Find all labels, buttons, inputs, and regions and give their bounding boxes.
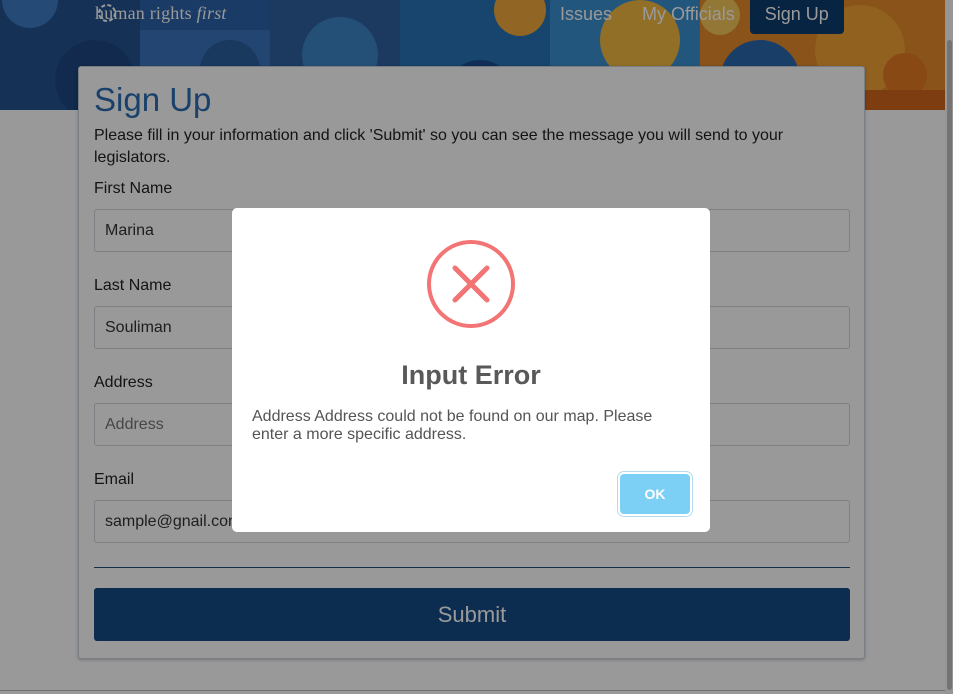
error-dialog: Input Error Address Address could not be… [232, 208, 710, 532]
dialog-title: Input Error [401, 360, 541, 390]
error-x-icon [427, 240, 515, 328]
modal-overlay[interactable]: Input Error Address Address could not be… [0, 0, 953, 694]
ok-button[interactable]: OK [620, 474, 690, 514]
dialog-message: Address Address could not be found on ou… [252, 408, 653, 443]
